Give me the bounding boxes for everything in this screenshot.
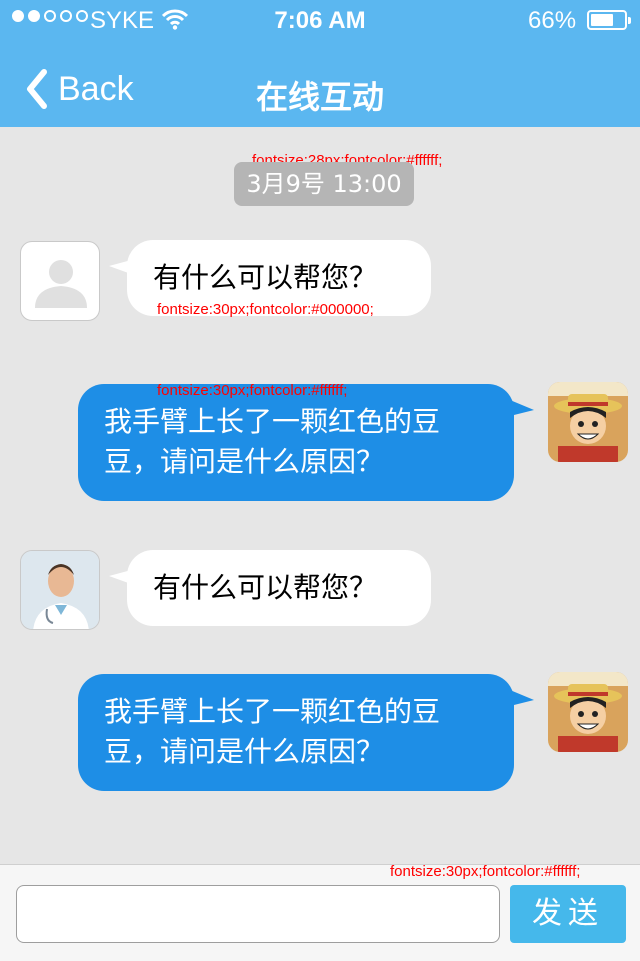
send-style-note: fontsize:30px;fontcolor:#ffffff; — [390, 863, 581, 880]
outgoing-message-bubble[interactable]: 我手臂上长了一颗红色的豆 豆，请问是什么原因？ — [78, 674, 534, 791]
message-text-line: 豆，请问是什么原因？ — [104, 735, 385, 768]
message-text-line: 我手臂上长了一颗红色的豆 — [104, 695, 441, 728]
app-header: SYKE 7:06 AM 66% Back 在线互动 — [0, 0, 640, 127]
user-placeholder-icon — [35, 260, 87, 308]
anime-avatar-icon — [548, 382, 628, 462]
user-placeholder-avatar[interactable] — [20, 241, 100, 321]
doctor-avatar-icon — [21, 551, 99, 629]
status-bar: SYKE 7:06 AM 66% — [0, 0, 640, 40]
anime-avatar[interactable] — [548, 672, 628, 752]
anime-avatar[interactable] — [548, 382, 628, 462]
bubble-tail — [510, 400, 534, 416]
anime-avatar-icon — [548, 672, 628, 752]
bubble-tail — [510, 690, 534, 706]
send-button[interactable]: 发送 — [510, 885, 626, 943]
battery-icon — [587, 10, 631, 30]
message-text: 有什么可以帮您？ — [153, 261, 378, 294]
outgoing-style-note: fontsize:30px;fontcolor:#ffffff; — [157, 382, 348, 399]
message-text-line: 我手臂上长了一颗红色的豆 — [104, 405, 441, 438]
doctor-avatar[interactable] — [20, 550, 100, 630]
chat-timestamp: 3月9号 13:00 — [234, 162, 414, 206]
message-text: 有什么可以帮您？ — [153, 571, 378, 604]
incoming-message-bubble[interactable]: 有什么可以帮您？ — [109, 550, 431, 626]
bubble-tail — [109, 260, 131, 274]
outgoing-message-bubble[interactable]: 我手臂上长了一颗红色的豆 豆，请问是什么原因？ — [78, 384, 534, 501]
message-input[interactable] — [16, 885, 500, 943]
page-title: 在线互动 — [255, 78, 384, 116]
incoming-style-note: fontsize:30px;fontcolor:#000000; — [157, 301, 374, 318]
battery-percentage: 66% — [528, 7, 577, 34]
bubble-tail — [109, 570, 131, 584]
message-text-line: 豆，请问是什么原因？ — [104, 445, 385, 478]
